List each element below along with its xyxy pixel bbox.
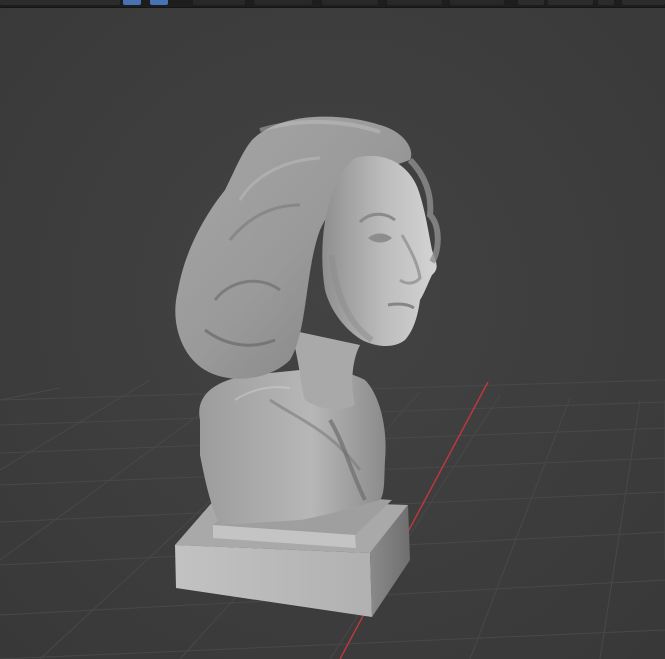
header-field-left[interactable] [0, 0, 120, 5]
viewport-canvas[interactable] [0, 0, 665, 659]
header-menu-1[interactable] [193, 0, 245, 5]
header-menu-2[interactable] [254, 0, 312, 5]
header-shading-2[interactable] [622, 0, 665, 5]
viewport-header [0, 0, 665, 8]
header-menu-3[interactable] [322, 0, 378, 5]
header-shading-1[interactable] [598, 0, 614, 5]
header-overlay-1[interactable] [518, 0, 544, 5]
bust-chest [199, 369, 386, 525]
header-toggle-blue-1[interactable] [123, 0, 141, 5]
3d-viewport[interactable] [0, 0, 665, 659]
header-toggle-blue-2[interactable] [150, 0, 168, 5]
header-menu-4[interactable] [387, 0, 442, 5]
header-overlay-2[interactable] [548, 0, 593, 5]
header-menu-5[interactable] [450, 0, 504, 5]
